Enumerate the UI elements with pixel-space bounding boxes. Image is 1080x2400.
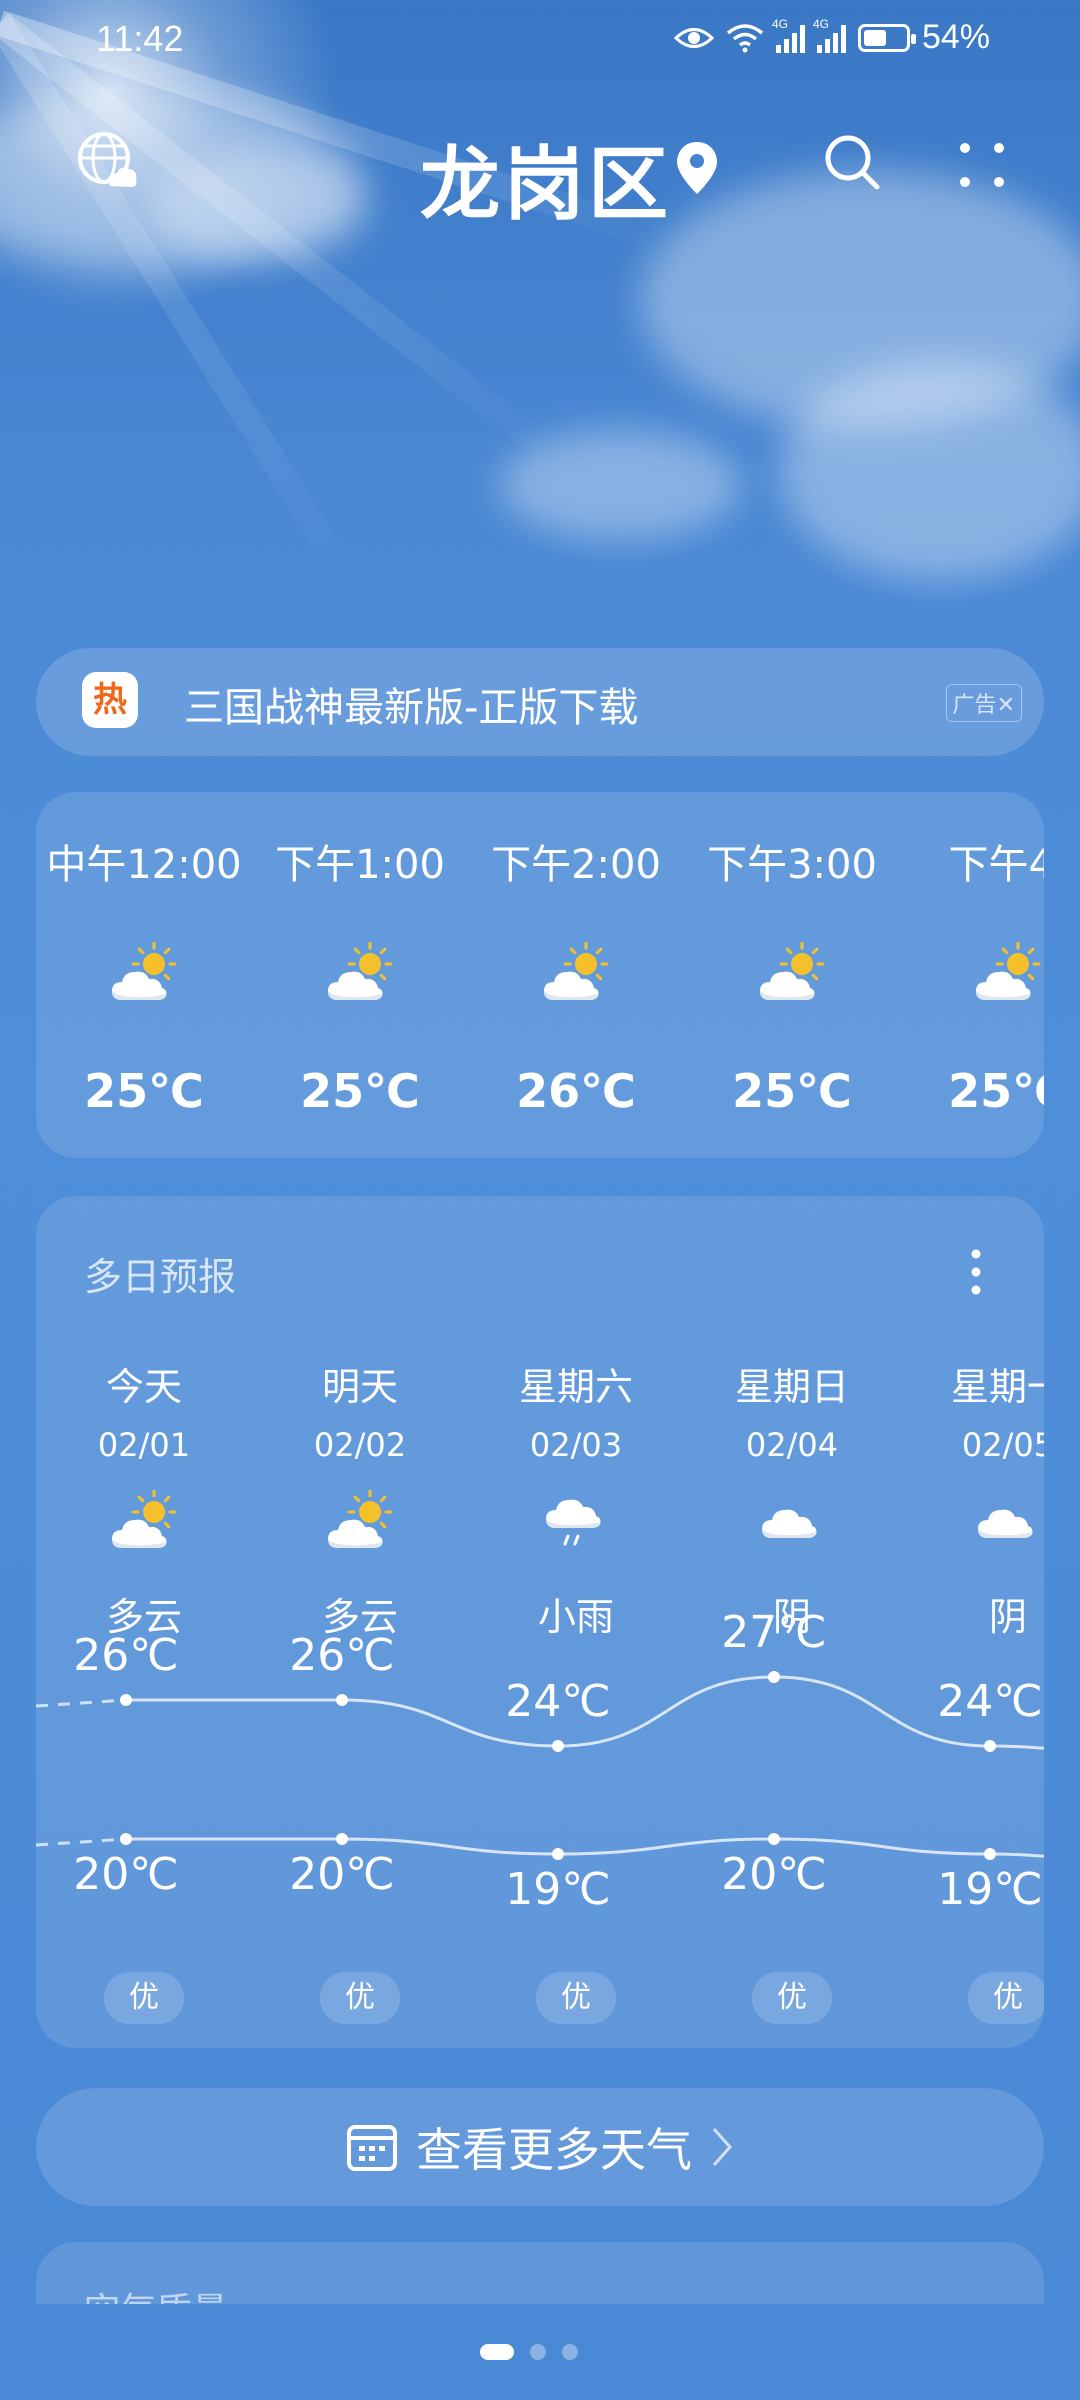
calendar-icon bbox=[347, 2125, 397, 2171]
signal-icon-2: 4G bbox=[813, 17, 846, 53]
globe-cloud-icon bbox=[78, 132, 137, 187]
more-weather-label: 查看更多天气 bbox=[416, 2123, 692, 2177]
ad-hot-icon: 热 bbox=[82, 672, 138, 728]
chevron-right-icon bbox=[712, 2128, 733, 2166]
hourly-time: 下午4: bbox=[948, 842, 1044, 888]
low-temp-point bbox=[768, 1833, 780, 1845]
temperature-curves bbox=[36, 1671, 1044, 1860]
high-temp-point bbox=[768, 1671, 780, 1683]
hourly-temp: 25℃ bbox=[732, 1064, 852, 1118]
high-temp-label: 24℃ bbox=[937, 1676, 1043, 1727]
hourly-temp: 25℃ bbox=[948, 1064, 1044, 1118]
hourly-time: 下午3:00 bbox=[707, 842, 877, 888]
more-weather-button[interactable]: 查看更多天气 bbox=[36, 2088, 1044, 2206]
ad-banner[interactable]: 热 三国战神最新版-正版下载 广告✕ bbox=[36, 648, 1044, 756]
partly-cloudy-icon bbox=[974, 941, 1042, 1014]
low-temp-point bbox=[120, 1833, 132, 1845]
high-temp-label: 27℃ bbox=[721, 1607, 827, 1658]
location-pin-icon bbox=[677, 142, 717, 194]
high-temp-point bbox=[120, 1694, 132, 1706]
city-title[interactable]: 龙岗区 bbox=[420, 120, 672, 236]
status-time: 11:42 bbox=[96, 18, 184, 59]
wifi-icon bbox=[726, 23, 764, 52]
low-temp-point bbox=[336, 1833, 348, 1845]
hourly-temp: 25℃ bbox=[300, 1064, 420, 1118]
eye-icon bbox=[673, 27, 714, 48]
battery-icon bbox=[857, 23, 916, 52]
high-temp-point bbox=[552, 1740, 564, 1752]
status-bar: 11:42 4G 4G 54% bbox=[0, 0, 1080, 80]
low-temp-label: 19℃ bbox=[937, 1864, 1043, 1915]
hourly-time: 中午12:00 bbox=[46, 842, 242, 888]
low-temp-label: 20℃ bbox=[73, 1849, 179, 1900]
hourly-forecast[interactable]: 中午12:00 25℃ 下午1:00 25℃ 下午2:00 26℃ 下午3:00 25… bbox=[36, 792, 1044, 1158]
high-temp-point bbox=[336, 1694, 348, 1706]
ad-close-button[interactable]: 广告✕ bbox=[945, 684, 1022, 722]
low-temp-point bbox=[552, 1848, 564, 1860]
page-indicator-bar bbox=[0, 2304, 1080, 2400]
page-indicator[interactable] bbox=[480, 2344, 578, 2360]
battery-percent: 54% bbox=[921, 18, 990, 56]
hourly-temp: 25℃ bbox=[84, 1064, 204, 1118]
header: 龙岗区 bbox=[0, 110, 1080, 231]
high-temp-label: 26℃ bbox=[73, 1630, 179, 1681]
page-dot[interactable] bbox=[530, 2344, 546, 2360]
ad-text[interactable]: 三国战神最新版-正版下载 bbox=[184, 675, 638, 733]
high-temp-point bbox=[984, 1740, 996, 1752]
hourly-temp: 26℃ bbox=[516, 1064, 636, 1118]
low-temp-label: 19℃ bbox=[505, 1864, 611, 1915]
partly-cloudy-icon bbox=[326, 941, 394, 1014]
search-icon[interactable] bbox=[822, 132, 882, 192]
hourly-time: 下午1:00 bbox=[275, 842, 445, 888]
partly-cloudy-icon bbox=[542, 941, 610, 1014]
low-temp-label: 20℃ bbox=[721, 1849, 827, 1900]
high-temp-past-segment bbox=[36, 1698, 127, 1708]
city-manage-button[interactable] bbox=[76, 130, 138, 196]
daily-forecast[interactable]: 多日预报 今天 02/01 多云 优明天 02/02 多云 优星期六 02/03… bbox=[36, 1196, 1044, 2048]
more-options-icon[interactable] bbox=[955, 138, 1011, 194]
hourly-time: 下午2:00 bbox=[491, 842, 661, 888]
low-temp-point bbox=[984, 1848, 996, 1860]
signal-icon: 4G bbox=[772, 17, 805, 53]
high-temp-label: 26℃ bbox=[289, 1630, 395, 1681]
high-temp-label: 24℃ bbox=[505, 1676, 611, 1727]
partly-cloudy-icon bbox=[758, 941, 826, 1014]
sky-background bbox=[0, 0, 1080, 700]
partly-cloudy-icon bbox=[110, 941, 178, 1014]
low-temp-past-segment bbox=[36, 1837, 127, 1847]
low-temp-label: 20℃ bbox=[289, 1849, 395, 1900]
page-dot[interactable] bbox=[562, 2344, 578, 2360]
status-icons: 4G 4G 54% bbox=[673, 17, 990, 57]
page-dot[interactable] bbox=[480, 2344, 514, 2360]
